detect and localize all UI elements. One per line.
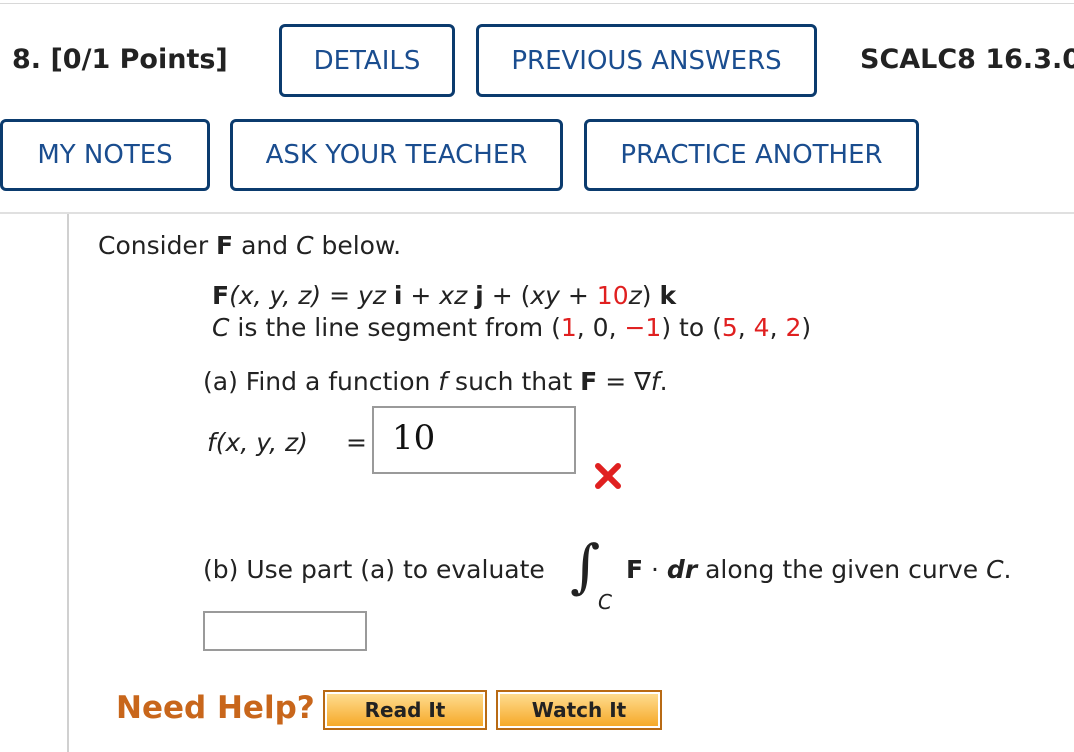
- part-b-integrand: F · dr along the given curve C.: [626, 555, 1012, 584]
- vector-field-equation: F(x, y, z) = yz i + xz j + (xy + 10z) k: [212, 281, 677, 310]
- problem-intro: Consider F and C below.: [98, 231, 402, 260]
- part-b-prompt: (b) Use part (a) to evaluate: [203, 555, 545, 584]
- integral-symbol: ∫: [570, 532, 601, 600]
- need-help-label: Need Help?: [116, 690, 315, 726]
- curve-description: C is the line segment from (1, 0, −1) to…: [212, 313, 812, 342]
- part-b-answer-input[interactable]: [203, 611, 367, 651]
- textbook-reference: SCALC8 16.3.0: [860, 44, 1074, 75]
- ask-your-teacher-button[interactable]: ASK YOUR TEACHER: [230, 119, 563, 191]
- question-left-rule: [67, 214, 69, 752]
- watch-it-button[interactable]: Watch It: [496, 690, 662, 730]
- practice-another-button[interactable]: PRACTICE ANOTHER: [584, 119, 919, 191]
- read-it-button[interactable]: Read It: [323, 690, 487, 730]
- integral-subscript: C: [598, 590, 612, 614]
- my-notes-button[interactable]: MY NOTES: [0, 119, 210, 191]
- part-a-equals: =: [346, 428, 367, 457]
- question-header: 8. [0/1 Points]: [12, 44, 228, 75]
- question-number: 8.: [12, 44, 42, 75]
- incorrect-x-icon: [595, 463, 621, 489]
- top-border: [0, 3, 1074, 4]
- part-a-answer-input[interactable]: 10: [372, 406, 576, 474]
- previous-answers-button[interactable]: PREVIOUS ANSWERS: [476, 24, 817, 97]
- header-divider: [0, 212, 1074, 214]
- part-a-lhs: f(x, y, z): [207, 428, 308, 457]
- details-button[interactable]: DETAILS: [279, 24, 455, 97]
- part-a-prompt: (a) Find a function f such that F = ∇f.: [203, 367, 668, 396]
- question-points: [0/1 Points]: [50, 44, 228, 75]
